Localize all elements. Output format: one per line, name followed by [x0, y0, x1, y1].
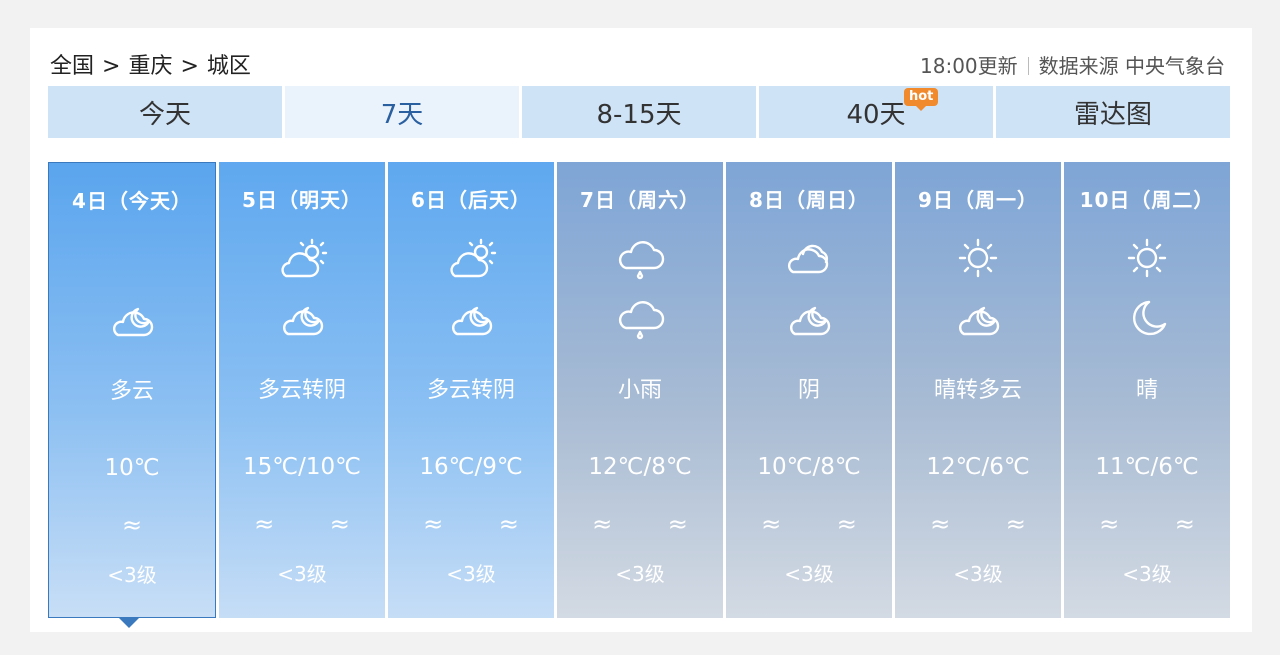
tab-today[interactable]: 今天: [48, 86, 282, 138]
rain-cloud-icon: [618, 301, 665, 340]
day-date: 9日（周一）: [918, 188, 1038, 212]
moon-cloud-icon: [112, 307, 154, 337]
breadcrumb-item-district: 城区: [206, 54, 251, 79]
breadcrumb-separator: >: [180, 54, 199, 79]
wind-direction-icon: ≈ ≈: [592, 510, 712, 538]
temperature: 11℃/6℃: [1095, 454, 1199, 480]
selected-day-pointer: [118, 617, 140, 628]
wind-level: <3级: [615, 562, 665, 586]
wind-direction-icon: ≈ ≈: [1099, 510, 1219, 538]
sun-icon: [1127, 238, 1167, 278]
temperature: 16℃/9℃: [419, 454, 523, 480]
tab-label: 今天: [138, 99, 191, 130]
breadcrumb: 全国 > 重庆 > 城区: [50, 48, 251, 80]
sun-cloud-icon: [281, 238, 328, 278]
day-card[interactable]: 9日（周一） 晴转多云 12℃/6℃ ≈ ≈ <3级: [895, 162, 1061, 618]
day-card[interactable]: 5日（明天） 多云转阴 15℃/10℃ ≈ ≈ <3级: [219, 162, 385, 618]
temperature: 12℃/8℃: [588, 454, 692, 480]
wind-direction-icon: ≈ ≈: [423, 510, 543, 538]
temperature: 12℃/6℃: [926, 454, 1030, 480]
tab-label: 8-15天: [596, 99, 682, 130]
breadcrumb-item-city[interactable]: 重庆: [128, 54, 172, 79]
weather-description: 小雨: [617, 378, 662, 403]
day-card[interactable]: 6日（后天） 多云转阴 16℃/9℃ ≈ ≈ <3级: [388, 162, 554, 618]
tab-label: 7天: [380, 99, 424, 130]
tab-40-days[interactable]: 40天 hot: [759, 86, 993, 138]
update-time: 18:00更新: [920, 54, 1018, 78]
weather-description: 多云转阴: [426, 378, 515, 403]
hot-badge: hot: [904, 88, 939, 111]
weather-description: 晴: [1135, 378, 1158, 403]
breadcrumb-item-country[interactable]: 全国: [50, 54, 94, 79]
weather-description: 多云: [109, 379, 154, 404]
wind-level: <3级: [953, 562, 1003, 586]
wind-level: <3级: [1122, 562, 1172, 586]
temperature: 10℃/8℃: [757, 454, 861, 480]
day-card[interactable]: 10日（周二） 晴 11℃/6℃ ≈ ≈ <3级: [1064, 162, 1230, 618]
moon-cloud-icon: [451, 306, 493, 336]
weather-description: 多云转阴: [257, 378, 346, 403]
day-date: 10日（周二）: [1079, 188, 1215, 212]
divider: [1027, 57, 1029, 75]
day-date: 7日（周六）: [580, 188, 700, 212]
sun-icon: [958, 238, 998, 278]
weather-description: 晴转多云: [933, 378, 1022, 403]
rain-cloud-icon: [618, 241, 665, 280]
wind-direction-icon: ≈ ≈: [930, 510, 1050, 538]
forecast-tabs: 今天 7天 8-15天 40天 hot 雷达图: [48, 86, 1230, 138]
tab-label: 雷达图: [1073, 99, 1152, 130]
tab-label: 40天: [846, 99, 906, 130]
day-forecast-list: 4日（今天） 多云 10℃ ≈ <3级 5日（明天） 多云转阴 15℃/10℃ ≈ ≈ <3级 6日…: [48, 162, 1230, 618]
day-date: 8日（周日）: [749, 188, 869, 212]
moon-cloud-icon: [958, 306, 1000, 336]
tab-7-days[interactable]: 7天: [285, 86, 519, 138]
day-card[interactable]: 4日（今天） 多云 10℃ ≈ <3级: [48, 162, 216, 618]
source-label: 数据来源 中央气象台: [1038, 54, 1225, 78]
tab-8-15-days[interactable]: 8-15天: [522, 86, 756, 138]
temperature: 10℃: [104, 455, 160, 481]
wind-level: <3级: [107, 563, 157, 587]
moon-cloud-icon: [282, 306, 324, 336]
day-date: 6日（后天）: [411, 188, 531, 212]
top-bar: 全国 > 重庆 > 城区 18:00更新 数据来源 中央气象台: [50, 44, 1225, 80]
wind-direction-icon: ≈ ≈: [761, 510, 881, 538]
day-date: 4日（今天）: [72, 189, 192, 213]
temperature: 15℃/10℃: [243, 454, 361, 480]
day-card[interactable]: 8日（周日） 阴 10℃/8℃ ≈ ≈ <3级: [726, 162, 892, 618]
moon-icon: [1133, 300, 1167, 336]
breadcrumb-separator: >: [102, 54, 121, 79]
weather-description: 阴: [797, 378, 820, 403]
tab-radar[interactable]: 雷达图: [996, 86, 1230, 138]
wind-level: <3级: [784, 562, 834, 586]
wind-direction-icon: ≈ ≈: [254, 510, 374, 538]
day-card[interactable]: 7日（周六） 小雨 12℃/8℃ ≈ ≈ <3级: [557, 162, 723, 618]
day-date: 5日（明天）: [242, 188, 362, 212]
overcast-cloud-icon: [787, 244, 829, 274]
sun-cloud-icon: [450, 238, 497, 278]
wind-direction-icon: ≈: [121, 511, 167, 539]
wind-level: <3级: [277, 562, 327, 586]
moon-cloud-icon: [789, 306, 831, 336]
data-source: 18:00更新 数据来源 中央气象台: [920, 50, 1225, 79]
wind-level: <3级: [446, 562, 496, 586]
